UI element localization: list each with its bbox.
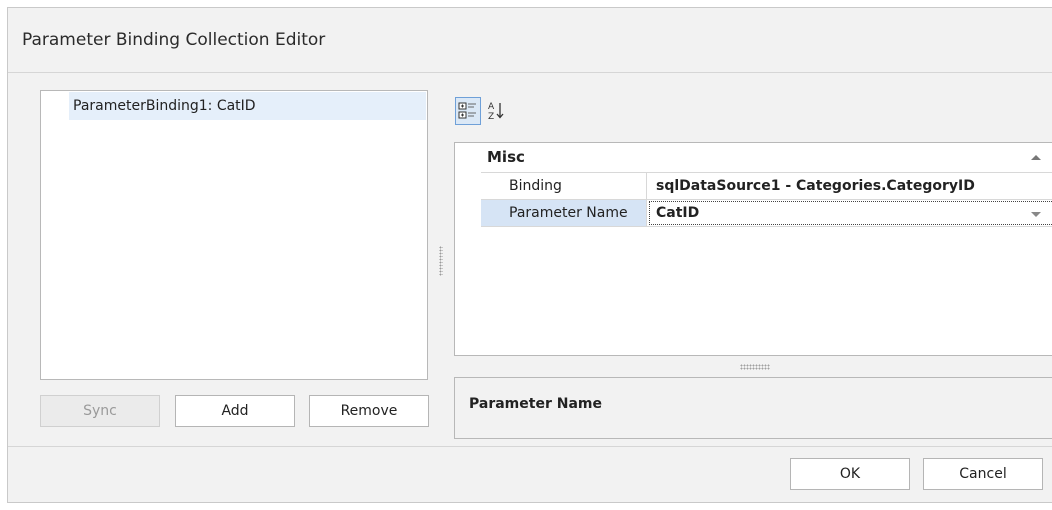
category-row-misc[interactable]: Misc xyxy=(455,143,1052,172)
remove-button[interactable]: Remove xyxy=(309,395,429,427)
dialog-title: Parameter Binding Collection Editor xyxy=(22,30,326,50)
alphabetical-view-button[interactable]: A Z xyxy=(485,97,511,125)
property-value-editor[interactable]: CatID xyxy=(648,200,1052,226)
title-bar: Parameter Binding Collection Editor xyxy=(8,8,1052,73)
property-value[interactable]: sqlDataSource1 - Categories.CategoryID xyxy=(648,173,1052,199)
sync-button[interactable]: Sync xyxy=(40,395,160,427)
property-row-parameter-name[interactable]: Parameter Name CatID xyxy=(481,199,1052,227)
add-button[interactable]: Add xyxy=(175,395,295,427)
vertical-splitter[interactable] xyxy=(439,246,443,276)
ok-button[interactable]: OK xyxy=(790,458,910,490)
property-name: Parameter Name xyxy=(481,200,647,226)
collection-list[interactable]: ParameterBinding1: CatID xyxy=(40,90,428,380)
category-label: Misc xyxy=(487,148,525,166)
collapse-arrow-icon[interactable] xyxy=(1031,155,1041,160)
sort-alphabetical-icon: A Z xyxy=(488,102,504,122)
property-grid: Misc Binding sqlDataSource1 - Categories… xyxy=(454,142,1052,356)
list-item[interactable]: ParameterBinding1: CatID xyxy=(69,92,426,120)
footer-divider xyxy=(8,446,1052,447)
svg-text:A: A xyxy=(488,102,495,112)
property-name: Binding xyxy=(481,173,647,199)
property-row-binding[interactable]: Binding sqlDataSource1 - Categories.Cate… xyxy=(481,172,1052,199)
cancel-button[interactable]: Cancel xyxy=(923,458,1043,490)
collection-editor-dialog: Parameter Binding Collection Editor Para… xyxy=(7,7,1052,503)
description-panel: Parameter Name xyxy=(454,377,1052,439)
categorized-view-icon xyxy=(458,102,476,119)
chevron-down-icon[interactable] xyxy=(1031,212,1041,217)
svg-text:Z: Z xyxy=(488,112,494,122)
description-title: Parameter Name xyxy=(469,396,602,412)
horizontal-splitter[interactable] xyxy=(740,364,770,370)
categorized-view-button[interactable] xyxy=(455,97,481,125)
